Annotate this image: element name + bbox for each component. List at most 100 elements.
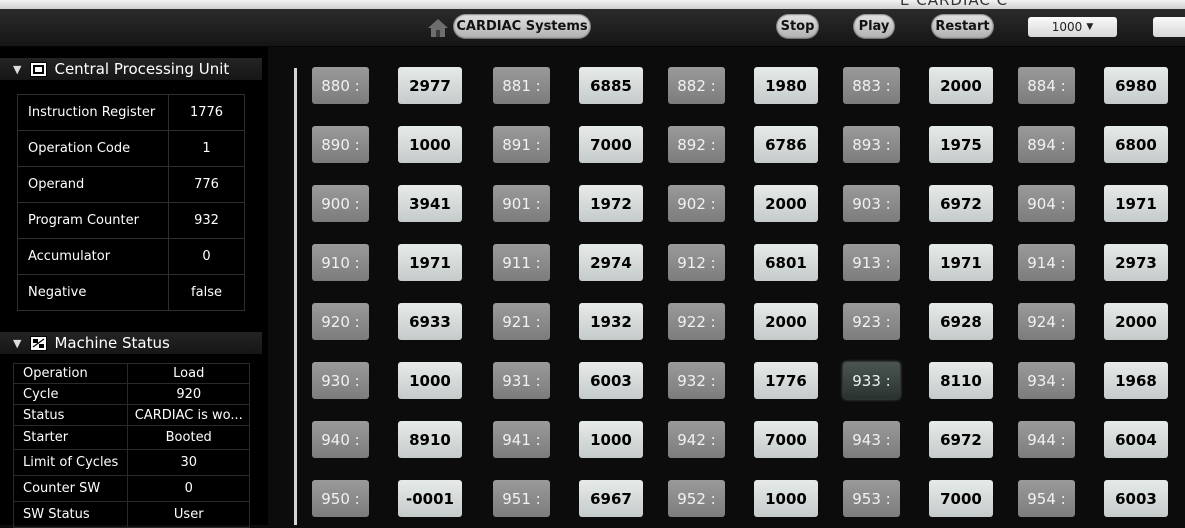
memory-cell-value[interactable]: 6980: [1104, 67, 1168, 104]
memory-cell-value[interactable]: 2974: [579, 244, 643, 281]
memory-address-label: 914 :: [1018, 244, 1075, 281]
cpu-field-label: Operand: [16, 166, 170, 203]
speed-select[interactable]: 1000 ▼: [1028, 17, 1117, 37]
memory-address-label: 924 :: [1018, 303, 1075, 340]
memory-cell-value[interactable]: 2973: [1104, 244, 1168, 281]
memory-address-label: 953 :: [843, 480, 900, 517]
memory-cell-value[interactable]: 7000: [754, 421, 818, 458]
memory-cell-value[interactable]: 1972: [579, 185, 643, 222]
status-field-label: Status: [12, 404, 129, 426]
status-field-label: Starter: [12, 425, 129, 450]
memory-address-label: 921 :: [493, 303, 550, 340]
memory-address-label: 952 :: [668, 480, 725, 517]
cpu-icon: [30, 61, 48, 77]
status-field-value: User: [127, 501, 250, 528]
memory-address-label: 932 :: [668, 362, 725, 399]
memory-address-label: 902 :: [668, 185, 725, 222]
memory-cell-value[interactable]: 2000: [754, 303, 818, 340]
memory-cell-value[interactable]: 8910: [398, 421, 462, 458]
memory-address-label: 951 :: [493, 480, 550, 517]
memory-address-label: 911 :: [493, 244, 550, 281]
memory-cell-value[interactable]: 1968: [1104, 362, 1168, 399]
memory-cell-value[interactable]: 8110: [929, 362, 993, 399]
machine-status-row: Counter SW 0: [12, 475, 250, 502]
memory-cell-value[interactable]: 1776: [754, 362, 818, 399]
memory-address-label: 912 :: [668, 244, 725, 281]
collapse-triangle-icon[interactable]: ▼: [13, 337, 21, 350]
memory-address-label: 944 :: [1018, 421, 1075, 458]
window-title-bar: E CARDIAC C: [0, 0, 1185, 9]
memory-cell-value[interactable]: 1932: [579, 303, 643, 340]
memory-cell-value[interactable]: 6003: [579, 362, 643, 399]
cpu-field-value: 1776: [168, 94, 245, 131]
cpu-field-value: 776: [168, 166, 245, 203]
machine-status-row: Status CARDIAC is wo...: [12, 404, 250, 426]
memory-cell-value[interactable]: 1971: [398, 244, 462, 281]
memory-address-label: 893 :: [843, 126, 900, 163]
memory-cell-value[interactable]: 1971: [929, 244, 993, 281]
machine-status-row: SW Status User: [12, 501, 250, 528]
machine-status-row: Limit of Cycles 30: [12, 449, 250, 476]
memory-address-label-current: 933 :: [843, 362, 900, 399]
memory-cell-value[interactable]: 6972: [929, 185, 993, 222]
memory-cell-value[interactable]: 1975: [929, 126, 993, 163]
memory-cell-value[interactable]: 2000: [754, 185, 818, 222]
memory-cell-value[interactable]: 1000: [754, 480, 818, 517]
memory-cell-value[interactable]: 6801: [754, 244, 818, 281]
memory-cell-value[interactable]: 1000: [398, 126, 462, 163]
home-button[interactable]: CARDIAC Systems: [453, 14, 591, 39]
cpu-field-label: Program Counter: [16, 202, 170, 239]
memory-cell-value[interactable]: -0001: [398, 480, 462, 517]
machine-status-section-header[interactable]: ▼ Machine Status: [0, 332, 262, 354]
memory-address-label: 884 :: [1018, 67, 1075, 104]
memory-cell-value[interactable]: 2977: [398, 67, 462, 104]
machine-status-section-title: Machine Status: [54, 334, 170, 352]
cpu-table-row: Instruction Register 1776: [16, 94, 245, 131]
status-field-value: 30: [127, 449, 250, 476]
memory-cell-value[interactable]: 6933: [398, 303, 462, 340]
memory-cell-value[interactable]: 6967: [579, 480, 643, 517]
memory-cell-value[interactable]: 6800: [1104, 126, 1168, 163]
cpu-table-row: Operation Code 1: [16, 130, 245, 167]
memory-address-label: 913 :: [843, 244, 900, 281]
memory-address-label: 880 :: [312, 67, 369, 104]
memory-address-label: 930 :: [312, 362, 369, 399]
memory-cell-value[interactable]: 6004: [1104, 421, 1168, 458]
cpu-table-row: Negative false: [16, 274, 245, 311]
machine-status-row: Operation Load: [12, 363, 250, 384]
status-field-value: Load: [127, 363, 250, 384]
memory-address-label: 942 :: [668, 421, 725, 458]
restart-button[interactable]: Restart: [931, 14, 994, 39]
play-button[interactable]: Play: [853, 14, 895, 39]
machine-status-row: Cycle 920: [12, 383, 250, 405]
memory-cell-value[interactable]: 6786: [754, 126, 818, 163]
memory-cell-value[interactable]: 1980: [754, 67, 818, 104]
memory-cell-value[interactable]: 6885: [579, 67, 643, 104]
memory-cell-value[interactable]: 3941: [398, 185, 462, 222]
memory-cell-value[interactable]: 7000: [579, 126, 643, 163]
cpu-field-label: Operation Code: [16, 130, 170, 167]
memory-cell-value[interactable]: 1000: [398, 362, 462, 399]
memory-address-label: 890 :: [312, 126, 369, 163]
toolbar-select-partial[interactable]: [1153, 17, 1185, 37]
home-icon[interactable]: [427, 17, 449, 39]
collapse-triangle-icon[interactable]: ▼: [13, 63, 21, 76]
memory-cell-value[interactable]: 6972: [929, 421, 993, 458]
memory-address-label: 943 :: [843, 421, 900, 458]
memory-cell-value[interactable]: 1971: [1104, 185, 1168, 222]
memory-address-label: 903 :: [843, 185, 900, 222]
cpu-section-header[interactable]: ▼ Central Processing Unit: [0, 58, 262, 80]
memory-address-label: 892 :: [668, 126, 725, 163]
memory-cell-value[interactable]: 1000: [579, 421, 643, 458]
memory-cell-value[interactable]: 2000: [929, 67, 993, 104]
memory-cell-value[interactable]: 6928: [929, 303, 993, 340]
cpu-field-label: Negative: [16, 274, 170, 311]
memory-cell-value[interactable]: 2000: [1104, 303, 1168, 340]
memory-cell-value[interactable]: 7000: [929, 480, 993, 517]
cpu-table: Instruction Register 1776 Operation Code 1 O…: [16, 94, 245, 311]
status-field-label: Operation: [12, 363, 129, 384]
memory-cell-value[interactable]: 6003: [1104, 480, 1168, 517]
stop-button[interactable]: Stop: [776, 14, 819, 39]
memory-address-label: 954 :: [1018, 480, 1075, 517]
memory-address-label: 923 :: [843, 303, 900, 340]
